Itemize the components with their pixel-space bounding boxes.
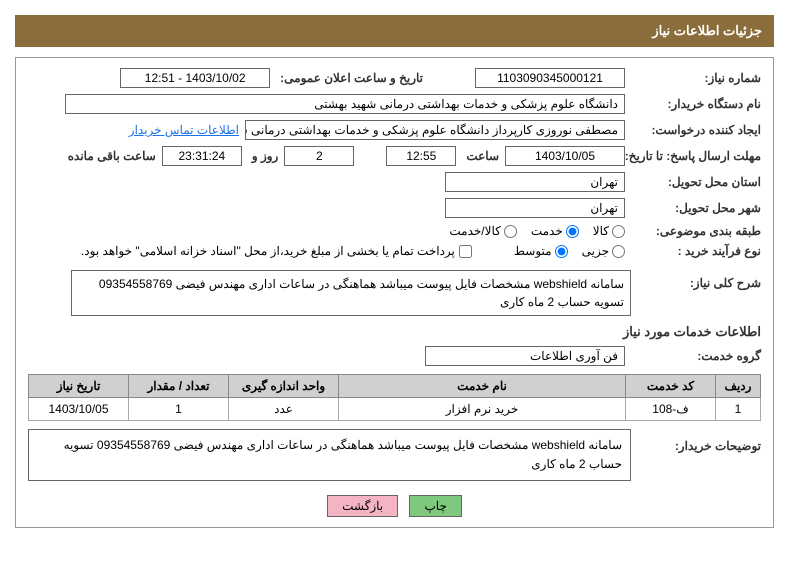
th-unit: واحد اندازه گیری — [229, 375, 339, 398]
time-label: ساعت — [462, 149, 499, 163]
radio-goods[interactable]: کالا — [593, 224, 625, 238]
radio-partial-input[interactable] — [612, 245, 625, 258]
radio-service-label: خدمت — [531, 224, 563, 238]
city-label: شهر محل تحویل: — [631, 201, 761, 215]
radio-partial[interactable]: جزیی — [582, 244, 625, 258]
announce-date-value: 1403/10/02 - 12:51 — [120, 68, 270, 88]
time-remaining-label: ساعت باقی مانده — [64, 149, 156, 163]
print-button[interactable]: چاپ — [409, 495, 461, 517]
td-unit: عدد — [229, 398, 339, 421]
button-row: چاپ بازگشت — [28, 495, 761, 517]
services-section-title: اطلاعات خدمات مورد نیاز — [28, 324, 761, 340]
back-button[interactable]: بازگشت — [327, 495, 398, 517]
deadline-date-value: 1403/10/05 — [505, 146, 625, 166]
table-header-row: ردیف کد خدمت نام خدمت واحد اندازه گیری ت… — [29, 375, 761, 398]
radio-goods-input[interactable] — [612, 225, 625, 238]
buyer-org-value: دانشگاه علوم پزشکی و خدمات بهداشتی درمان… — [65, 94, 625, 114]
need-number-value: 1103090345000121 — [475, 68, 625, 88]
td-code: ف-108 — [626, 398, 716, 421]
radio-goods-service-label: کالا/خدمت — [449, 224, 500, 238]
th-name: نام خدمت — [339, 375, 626, 398]
radio-service[interactable]: خدمت — [531, 224, 579, 238]
need-desc-box: سامانه webshield مشخصات فایل پیوست میباش… — [71, 270, 631, 316]
radio-medium-input[interactable] — [555, 245, 568, 258]
service-group-label: گروه خدمت: — [631, 349, 761, 363]
province-value: تهران — [445, 172, 625, 192]
radio-partial-label: جزیی — [582, 244, 609, 258]
creator-label: ایجاد کننده درخواست: — [631, 123, 761, 137]
radio-goods-service-input[interactable] — [504, 225, 517, 238]
process-type-label: نوع فرآیند خرید : — [631, 244, 761, 258]
payment-checkbox[interactable] — [459, 245, 472, 258]
radio-goods-service[interactable]: کالا/خدمت — [449, 224, 516, 238]
td-date: 1403/10/05 — [29, 398, 129, 421]
page-title: جزئیات اطلاعات نیاز — [652, 23, 762, 38]
td-name: خرید نرم افزار — [339, 398, 626, 421]
buyer-notes-label: توضیحات خریدار: — [631, 429, 761, 453]
td-qty: 1 — [129, 398, 229, 421]
need-number-label: شماره نیاز: — [631, 71, 761, 85]
days-and-label: روز و — [248, 149, 279, 163]
days-remaining-value: 2 — [284, 146, 354, 166]
radio-medium-label: متوسط — [514, 244, 552, 258]
need-desc-label: شرح کلی نیاز: — [631, 270, 761, 290]
creator-value: مصطفی نوروزی کارپرداز دانشگاه علوم پزشکی… — [245, 120, 625, 140]
radio-goods-label: کالا — [593, 224, 609, 238]
th-row: ردیف — [716, 375, 761, 398]
td-row: 1 — [716, 398, 761, 421]
category-label: طبقه بندی موضوعی: — [631, 224, 761, 238]
form-container: شماره نیاز: 1103090345000121 تاریخ و ساع… — [15, 57, 774, 528]
deadline-label: مهلت ارسال پاسخ: تا تاریخ: — [631, 149, 761, 163]
page-header: جزئیات اطلاعات نیاز — [15, 15, 774, 47]
announce-date-label: تاریخ و ساعت اعلان عمومی: — [276, 71, 423, 85]
province-label: استان محل تحویل: — [631, 175, 761, 189]
table-row: 1 ف-108 خرید نرم افزار عدد 1 1403/10/05 — [29, 398, 761, 421]
buyer-contact-link[interactable]: اطلاعات تماس خریدار — [129, 123, 239, 137]
city-value: تهران — [445, 198, 625, 218]
buyer-org-label: نام دستگاه خریدار: — [631, 97, 761, 111]
radio-medium[interactable]: متوسط — [514, 244, 568, 258]
th-qty: تعداد / مقدار — [129, 375, 229, 398]
th-date: تاریخ نیاز — [29, 375, 129, 398]
buyer-notes-box: سامانه webshield مشخصات فایل پیوست میباش… — [28, 429, 631, 481]
radio-service-input[interactable] — [566, 225, 579, 238]
services-table: ردیف کد خدمت نام خدمت واحد اندازه گیری ت… — [28, 374, 761, 421]
process-radio-group: جزیی متوسط — [514, 244, 625, 258]
service-group-value: فن آوری اطلاعات — [425, 346, 625, 366]
th-code: کد خدمت — [626, 375, 716, 398]
payment-note-row: پرداخت تمام یا بخشی از مبلغ خرید،از محل … — [81, 244, 472, 258]
time-remaining-value: 23:31:24 — [162, 146, 242, 166]
payment-note-text: پرداخت تمام یا بخشی از مبلغ خرید،از محل … — [81, 244, 455, 258]
category-radio-group: کالا خدمت کالا/خدمت — [449, 224, 625, 238]
deadline-time-value: 12:55 — [386, 146, 456, 166]
